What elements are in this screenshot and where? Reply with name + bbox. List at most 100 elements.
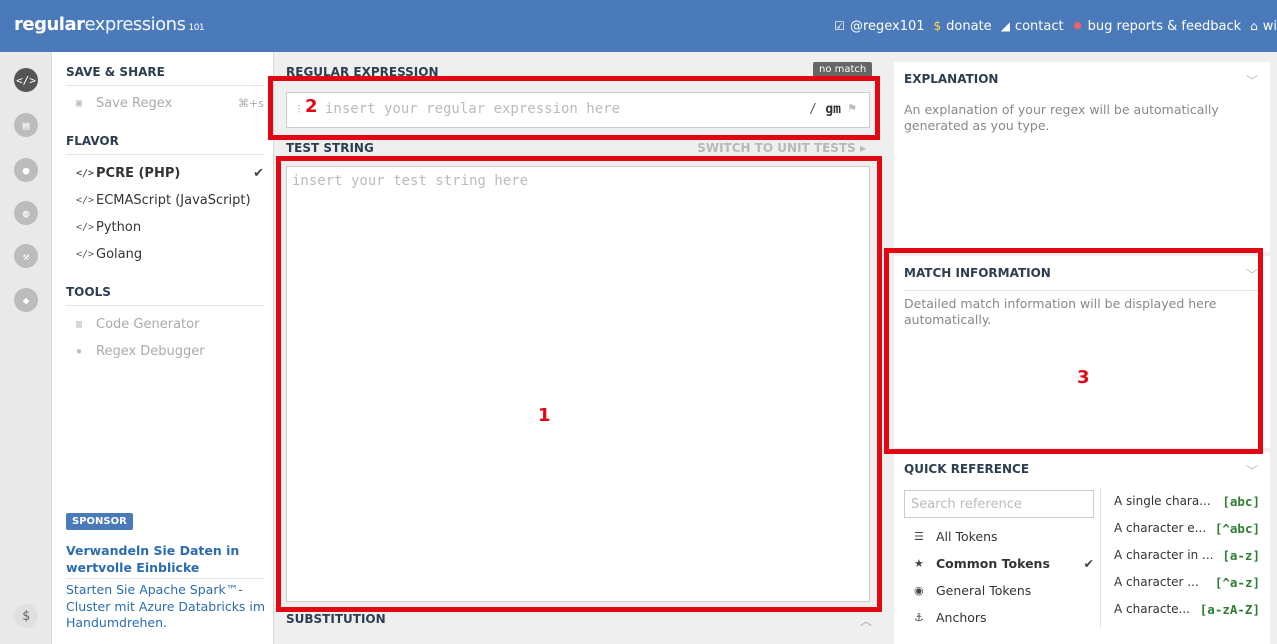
save-regex-label: Save Regex: [96, 96, 173, 111]
flavor-item-python[interactable]: </> Python: [76, 220, 264, 235]
token-desc: A single chara...: [1114, 494, 1211, 508]
star-icon: ★: [914, 557, 924, 570]
flavor-label: Python: [96, 220, 142, 235]
code-icon: </>: [76, 168, 95, 179]
dollar-icon[interactable]: $: [14, 604, 38, 628]
nav-wiki-link[interactable]: ⌂ wi: [1250, 19, 1277, 34]
database-icon: ☰: [914, 530, 924, 543]
sponsor-title[interactable]: Verwandeln Sie Daten in wertvolle Einbli…: [66, 542, 262, 576]
logo[interactable]: regularexpressions 101: [14, 14, 205, 35]
token-item[interactable]: A characte... [a-zA-Z]: [1114, 602, 1260, 617]
token-item[interactable]: A character e... [^abc]: [1114, 521, 1260, 536]
chevron-down-icon[interactable]: ﹀: [1246, 462, 1258, 479]
nav-bug-report-link[interactable]: ✹ bug reports & feedback: [1073, 19, 1242, 34]
category-general-tokens[interactable]: ◉ General Tokens: [914, 583, 1094, 598]
code-icon[interactable]: </>: [14, 68, 38, 92]
tools-title: TOOLS: [66, 285, 264, 306]
annotation-box-2: [268, 76, 880, 140]
annotation-label-3: 3: [1077, 367, 1090, 388]
reference-search-input[interactable]: [904, 490, 1094, 518]
annotation-box-3: [884, 248, 1263, 454]
token-code: [^abc]: [1214, 521, 1260, 536]
chat-icon[interactable]: ◆: [14, 288, 38, 312]
token-code: [a-z]: [1222, 548, 1260, 563]
token-desc: A character e...: [1114, 521, 1207, 535]
twitter-icon: ☑: [834, 19, 845, 33]
flavor-label: PCRE (PHP): [96, 166, 181, 181]
category-all-tokens[interactable]: ☰ All Tokens: [914, 529, 1094, 544]
flavor-item-ecmascript[interactable]: </> ECMAScript (JavaScript): [76, 193, 264, 208]
category-common-tokens[interactable]: ★ Common Tokens ✔: [914, 556, 1094, 571]
dollar-icon: $: [933, 19, 942, 33]
category-label: Anchors: [936, 610, 987, 625]
annotation-box-1: [276, 156, 882, 612]
logo-expressions: expressions: [84, 14, 186, 35]
token-item[interactable]: A character in ... [a-z]: [1114, 548, 1260, 563]
chevron-down-icon[interactable]: ﹀: [1246, 72, 1258, 89]
code-icon: </>: [76, 222, 95, 233]
save-icon: ▣: [76, 98, 83, 109]
paper-plane-icon: ◢: [1000, 19, 1010, 33]
token-code: [abc]: [1222, 494, 1260, 509]
save-shortcut: ⌘+s: [238, 97, 264, 110]
quick-reference-title: QUICK REFERENCE: [904, 462, 1030, 476]
nav-label: bug reports & feedback: [1087, 18, 1242, 34]
category-anchors[interactable]: ⚓ Anchors: [914, 610, 1094, 625]
flavor-item-pcre[interactable]: </> PCRE (PHP) ✔: [76, 166, 264, 181]
logo-version: 101: [188, 23, 205, 33]
sponsor-text[interactable]: Starten Sie Apache Spark™-Cluster mit Az…: [66, 582, 266, 632]
substitution-title[interactable]: SUBSTITUTION: [286, 612, 386, 626]
token-code: [a-zA-Z]: [1199, 602, 1260, 617]
sponsor-badge: SPONSOR: [66, 513, 133, 530]
sponsor-divider: [66, 578, 264, 579]
token-desc: A characte...: [1114, 602, 1190, 616]
explanation-text: An explanation of your regex will be aut…: [904, 102, 1219, 133]
annotation-label-2: 2: [305, 96, 318, 117]
nav-label: wi: [1262, 18, 1277, 34]
book-icon[interactable]: ▤: [14, 113, 38, 137]
token-item[interactable]: A single chara... [abc]: [1114, 494, 1260, 509]
save-share-title: SAVE & SHARE: [66, 65, 264, 86]
code-icon: </>: [76, 249, 95, 260]
match-status-badge: no match: [813, 62, 873, 77]
tool-label: Regex Debugger: [96, 344, 205, 359]
bug-icon: ✹: [1072, 19, 1083, 33]
nav-donate-link[interactable]: $ donate: [934, 19, 992, 34]
code-generator-button[interactable]: ▥ Code Generator: [76, 317, 264, 332]
icon-strip: </> ▤ ● ◍ ⚒ ◆ $: [0, 52, 52, 644]
top-bar: regularexpressions 101 ☑ @regex101 $ dona…: [0, 0, 1277, 52]
user-icon[interactable]: ●: [14, 158, 38, 182]
flavor-label: ECMAScript (JavaScript): [96, 193, 251, 208]
category-label: General Tokens: [936, 583, 1032, 598]
tool-label: Code Generator: [96, 317, 200, 332]
bug-icon: ✹: [76, 346, 83, 357]
nav-label: donate: [946, 18, 992, 34]
target-icon: ◉: [914, 584, 924, 597]
flavor-item-golang[interactable]: </> Golang: [76, 247, 264, 262]
top-nav: ☑ @regex101 $ donate ◢ contact ✹ bug rep…: [834, 0, 1277, 52]
nav-contact-link[interactable]: ◢ contact: [1001, 19, 1064, 34]
regex-debugger-button[interactable]: ✹ Regex Debugger: [76, 344, 264, 359]
token-desc: A character in ...: [1114, 548, 1214, 562]
chevron-up-icon[interactable]: ︿: [860, 612, 872, 629]
nav-twitter-link[interactable]: ☑ @regex101: [834, 19, 924, 34]
flavor-label: Golang: [96, 247, 143, 262]
anchor-icon: ⚓: [914, 611, 924, 624]
bank-icon: ⌂: [1250, 19, 1258, 33]
save-regex-button[interactable]: ▣ Save Regex ⌘+s: [76, 96, 264, 111]
category-label: Common Tokens: [936, 556, 1050, 571]
reference-divider: [1100, 488, 1101, 628]
nav-label: contact: [1014, 18, 1064, 34]
token-item[interactable]: A character ... [^a-z]: [1114, 575, 1260, 590]
quick-reference-panel: QUICK REFERENCE ﹀ ☰ All Tokens ★ Common …: [894, 452, 1270, 644]
switch-unit-tests-button[interactable]: SWITCH TO UNIT TESTS ▸: [697, 141, 866, 155]
nav-label: @regex101: [849, 18, 925, 34]
wrench-icon[interactable]: ⚒: [14, 244, 38, 268]
left-menu: SAVE & SHARE ▣ Save Regex ⌘+s FLAVOR </>…: [52, 52, 274, 644]
caret-right-icon: ▸: [859, 141, 866, 155]
gamepad-icon[interactable]: ◍: [14, 201, 38, 225]
flavor-title: FLAVOR: [66, 134, 264, 155]
file-code-icon: ▥: [76, 319, 83, 330]
switch-unit-tests-label: SWITCH TO UNIT TESTS: [697, 141, 856, 155]
logo-regular: regular: [14, 14, 85, 35]
